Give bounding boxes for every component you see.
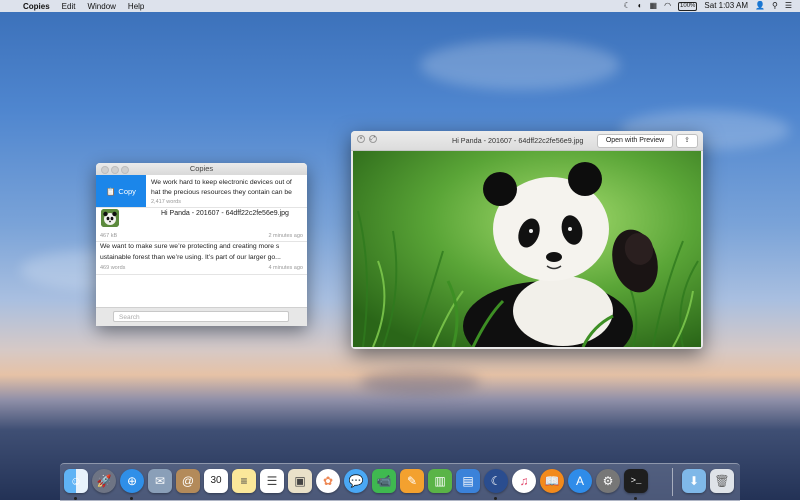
ibooks-icon[interactable]: 📖: [540, 469, 564, 493]
item-text-line: We want to make sure we’re protecting an…: [100, 243, 280, 250]
clock[interactable]: Sat 1:03 AM: [704, 0, 748, 12]
menu-bar: Copies Edit Window Help ☾ ◐ ▦ ◠ 100% Sat…: [0, 0, 800, 12]
downloads-folder-icon[interactable]: ⬇: [682, 469, 706, 493]
mail-icon[interactable]: ✉: [148, 469, 172, 493]
app-store-icon[interactable]: A: [568, 469, 592, 493]
menu-edit[interactable]: Edit: [62, 2, 76, 11]
trash-icon[interactable]: 🗑: [710, 469, 734, 493]
safari-icon[interactable]: ⊕: [120, 469, 144, 493]
item-text-line: hat the precious resources they contain …: [151, 188, 292, 196]
clipboard-icon: 📋: [106, 186, 116, 196]
contacts-icon[interactable]: @: [176, 469, 200, 493]
divider: [96, 274, 307, 275]
item-text-line: We work hard to keep electronic devices …: [151, 179, 292, 186]
window-title: Copies: [189, 164, 214, 173]
menu-extras: ☾ ◐ ▦ ◠ 100% Sat 1:03 AM 👤 ⚲ ☰: [623, 0, 792, 12]
launchpad-icon[interactable]: 🚀: [92, 469, 116, 493]
share-icon[interactable]: ⇪: [676, 134, 698, 148]
menu-help[interactable]: Help: [128, 2, 144, 11]
reminders-icon[interactable]: ☰: [260, 469, 284, 493]
preview-titlebar[interactable]: × ⤢ Hi Panda - 201607 - 64dff22c2fe56e9.…: [351, 131, 703, 151]
calendar-icon[interactable]: 30: [204, 469, 228, 493]
pages-icon[interactable]: ✎: [400, 469, 424, 493]
menu-app-name[interactable]: Copies: [23, 2, 50, 11]
facetime-icon[interactable]: 📹: [372, 469, 396, 493]
item-time: 2 minutes ago: [268, 233, 303, 239]
itunes-icon[interactable]: ♫: [512, 469, 536, 493]
user-icon[interactable]: 👤: [755, 0, 765, 12]
item-text: We want to make sure we’re protecting an…: [100, 242, 306, 263]
search-input[interactable]: Search: [113, 311, 289, 322]
menu-window[interactable]: Window: [87, 2, 115, 11]
item-word-count: 2,417 words: [151, 199, 181, 205]
notification-center-icon[interactable]: ☰: [785, 0, 792, 12]
notes-icon[interactable]: ≡: [232, 469, 256, 493]
messages-icon[interactable]: 💬: [344, 469, 368, 493]
docker-icon[interactable]: ▦: [650, 0, 658, 12]
keynote-icon[interactable]: ▤: [456, 469, 480, 493]
preview-icon[interactable]: ▣: [288, 469, 312, 493]
search-bar: Search: [96, 307, 307, 326]
finder-icon[interactable]: ☺: [64, 469, 88, 493]
copy-action-button[interactable]: 📋 Copy: [96, 175, 146, 207]
wallpaper-cloud: [360, 370, 480, 395]
wallpaper-cloud: [420, 40, 620, 90]
copy-action-label: Copy: [118, 186, 136, 196]
terminal-icon[interactable]: >_: [624, 469, 648, 493]
open-with-preview-button[interactable]: Open with Preview: [597, 134, 673, 148]
numbers-icon[interactable]: ▥: [428, 469, 452, 493]
fullscreen-icon[interactable]: ⤢: [369, 135, 377, 143]
calendar-day: 30: [210, 475, 222, 486]
dock: ☺ 🚀 ⊕ ✉ @ 30 ≡ ☰ ▣ ✿ 💬 📹 ✎ ▥ ▤ ☾ ♫ 📖 A ⚙…: [60, 463, 740, 501]
item-filename: Hi Panda - 201607 - 64dff22c2fe56e9.jpg: [161, 210, 289, 217]
preview-title: Hi Panda - 201607 - 64dff22c2fe56e9.jpg: [452, 136, 584, 145]
item-word-count: 469 words: [100, 265, 126, 271]
item-time: 4 minutes ago: [268, 265, 303, 271]
quick-look-window: × ⤢ Hi Panda - 201607 - 64dff22c2fe56e9.…: [351, 131, 703, 349]
item-text: We work hard to keep electronic devices …: [151, 178, 305, 197]
night-mode-icon[interactable]: ☾: [623, 0, 630, 12]
dock-separator: [672, 468, 673, 496]
battery-icon[interactable]: 100%: [678, 1, 698, 11]
quick-look-app-icon[interactable]: ☾: [484, 469, 508, 493]
system-preferences-icon[interactable]: ⚙: [596, 469, 620, 493]
spotlight-search-icon[interactable]: ⚲: [772, 0, 778, 12]
close-icon[interactable]: ×: [357, 135, 365, 143]
item-size: 467 kB: [100, 233, 118, 239]
photos-icon[interactable]: ✿: [316, 469, 340, 493]
wifi-icon[interactable]: ◠: [664, 0, 671, 12]
battery-percent: 100%: [680, 2, 696, 9]
clipboard-item[interactable]: 📋 Copy We work hard to keep electronic d…: [96, 175, 307, 207]
cast-icon[interactable]: ◐: [638, 0, 643, 12]
panda-photo: [353, 151, 701, 347]
item-text-line: ustainable forest than we’re using. It’s…: [100, 253, 281, 261]
image-thumbnail: [101, 209, 119, 227]
